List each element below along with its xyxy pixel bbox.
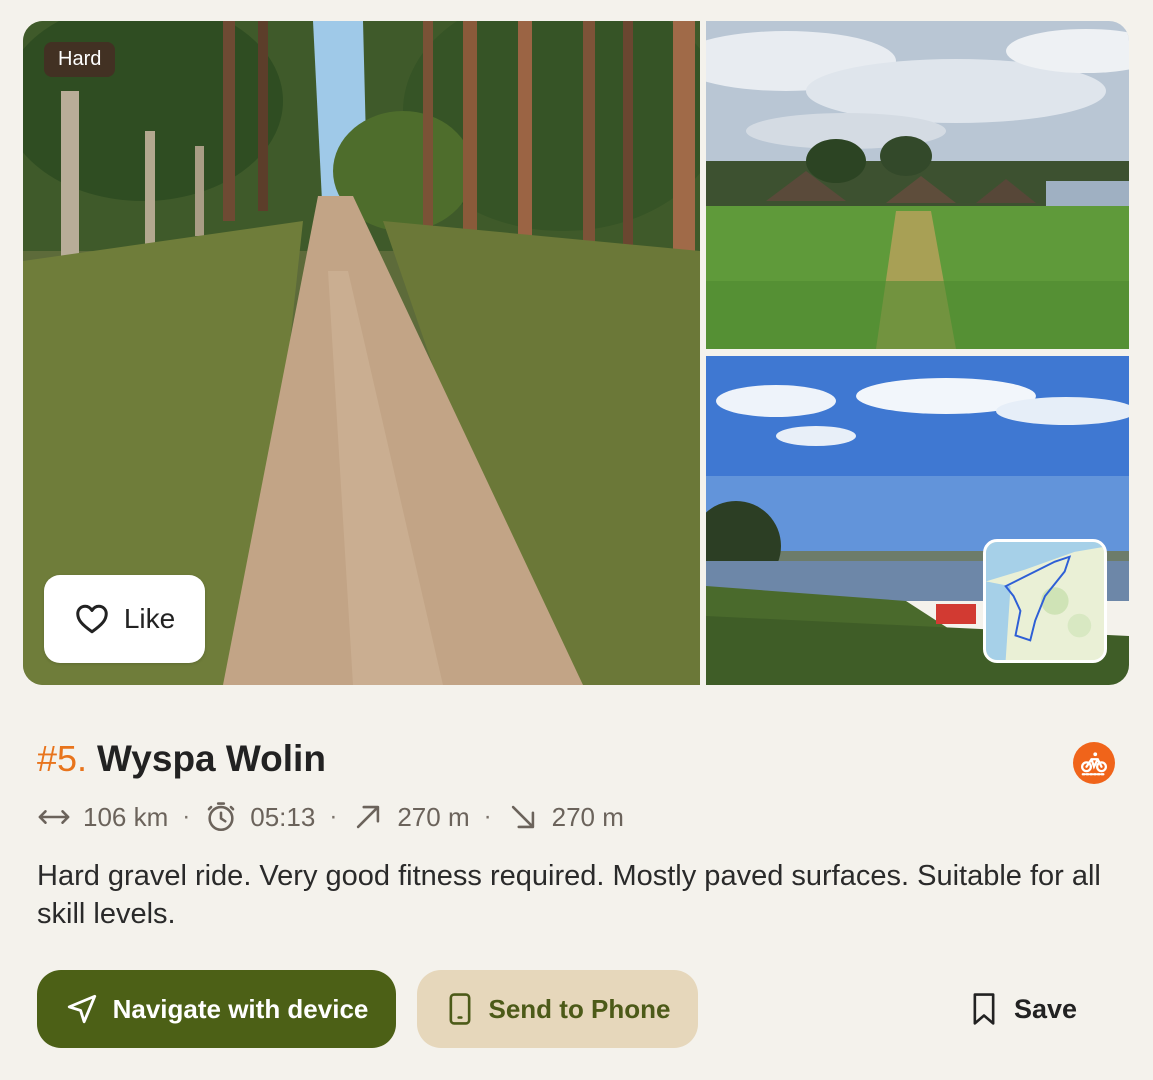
elevation-down-value: 270 m	[551, 801, 624, 832]
route-map-thumbnail[interactable]	[983, 539, 1107, 663]
stopwatch-icon	[207, 802, 235, 832]
send-to-phone-label: Send to Phone	[488, 993, 671, 1024]
stat-separator: ·	[483, 803, 492, 830]
sport-type-badge	[1073, 742, 1115, 784]
navigate-label: Navigate with device	[112, 993, 369, 1024]
duration-value: 05:13	[250, 801, 316, 832]
save-label: Save	[1014, 993, 1078, 1024]
arrow-down-right-icon	[511, 805, 534, 829]
route-title: Wyspa Wolin	[97, 738, 326, 779]
photo-gallery: Hard Like	[23, 21, 1129, 685]
photo-meadow[interactable]	[706, 21, 1129, 349]
route-stats: 106 km · 05:13 · 270 m · 270 m	[37, 800, 624, 834]
difficulty-badge: Hard	[44, 42, 116, 77]
distance-stat: 106 km	[37, 800, 168, 834]
elevation-up-value: 270 m	[397, 801, 470, 832]
elevation-down-stat: 270 m	[506, 800, 624, 834]
distance-icon	[38, 810, 70, 824]
like-label: Like	[123, 603, 176, 634]
bike-icon	[1081, 752, 1107, 776]
route-rank: #5.	[37, 738, 88, 779]
heart-icon	[76, 604, 108, 634]
photo-forest-path[interactable]: Hard Like	[23, 21, 700, 685]
navigate-with-device-button[interactable]: Navigate with device	[37, 970, 396, 1048]
arrow-up-right-icon	[357, 805, 380, 829]
stat-separator: ·	[329, 803, 338, 830]
send-to-phone-button[interactable]: Send to Phone	[417, 970, 698, 1048]
navigation-arrow-icon	[67, 994, 96, 1024]
route-description: Hard gravel ride. Very good fitness requ…	[37, 860, 1101, 930]
save-button[interactable]: Save	[970, 976, 1100, 1042]
duration-stat: 05:13	[204, 800, 315, 834]
route-title-row: #5. Wyspa Wolin	[37, 738, 326, 780]
stat-separator: ·	[182, 803, 191, 830]
distance-value: 106 km	[83, 801, 169, 832]
bookmark-icon	[973, 993, 995, 1025]
photo-lake[interactable]	[706, 356, 1129, 685]
phone-icon	[449, 993, 470, 1025]
elevation-up-stat: 270 m	[351, 800, 470, 834]
like-button[interactable]: Like	[44, 575, 205, 663]
